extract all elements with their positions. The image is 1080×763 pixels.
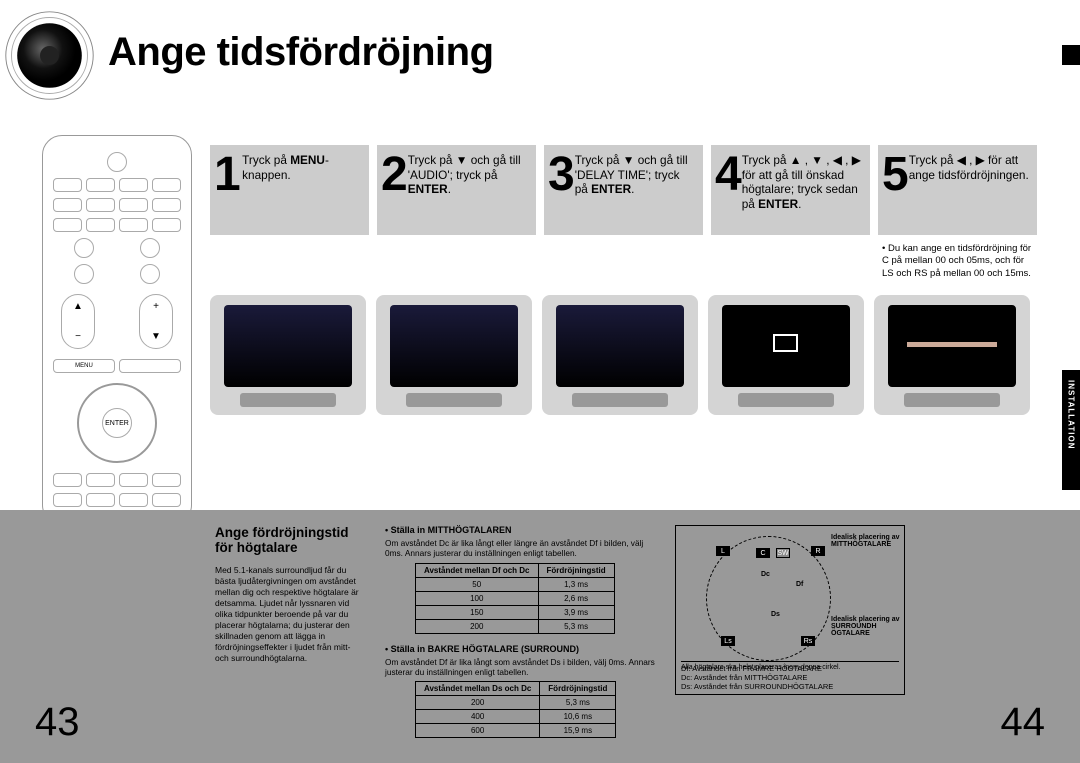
speaker-L: L bbox=[716, 546, 730, 556]
step-text: Tryck på ▼ och gå till 'DELAY TIME'; try… bbox=[575, 151, 695, 229]
label-Df: Df bbox=[796, 581, 803, 588]
step-number: 5 bbox=[882, 151, 909, 229]
steps-row: 1 Tryck på MENU-knappen. 2 Tryck på ▼ oc… bbox=[210, 145, 1037, 280]
remote-control-illustration: ▲− +▼ MENU ENTER bbox=[42, 135, 192, 525]
step-text: Tryck på ▼ och gå till 'AUDIO'; tryck på… bbox=[408, 151, 528, 229]
surround-speaker-heading: Ställa in BAKRE HÖGTALARE (SURROUND) bbox=[385, 644, 655, 654]
remote-enter-button: ENTER bbox=[102, 408, 132, 438]
step-number: 2 bbox=[381, 151, 408, 229]
speaker-R: R bbox=[811, 546, 825, 556]
diagram-legend: Df: Avståndet från FRÄMRE HÖGTALARE Dc: … bbox=[681, 661, 899, 691]
tv-screenshot-3 bbox=[542, 295, 698, 415]
ideal-surround-label: Idealisk placering av SURROUNDH ÖGTALARE bbox=[831, 616, 901, 637]
tv-screenshot-5 bbox=[874, 295, 1030, 415]
step-5-note: Du kan ange en tidsfördröjning för C på … bbox=[878, 243, 1037, 280]
step-2: 2 Tryck på ▼ och gå till 'AUDIO'; tryck … bbox=[377, 145, 536, 280]
center-speaker-text: Om avståndet Dc är lika långt eller läng… bbox=[385, 538, 655, 559]
step-text: Tryck på MENU-knappen. bbox=[242, 151, 361, 229]
surround-delay-table: Avståndet mellan Ds och DcFördröjningsti… bbox=[415, 681, 616, 738]
step-text: Tryck på ▲ , ▼ , ◀ , ▶ för att gå till ö… bbox=[742, 151, 862, 229]
step-number: 1 bbox=[214, 151, 242, 229]
tv-screenshot-2 bbox=[376, 295, 532, 415]
speaker-placement-diagram: L C SW R Ls Rs Dc Df Ds Idealisk placeri… bbox=[675, 525, 905, 695]
step-5: 5 Tryck på ◀ , ▶ för att ange tidsfördrö… bbox=[878, 145, 1037, 280]
bottom-subtitle: Ange fördröjningstid för högtalare bbox=[215, 525, 365, 555]
remote-menu-button: MENU bbox=[53, 359, 115, 373]
side-tab-installation: INSTALLATION bbox=[1062, 370, 1080, 490]
label-Dc: Dc bbox=[761, 571, 770, 578]
step-text: Tryck på ◀ , ▶ för att ange tidsfördröjn… bbox=[909, 151, 1029, 229]
label-Ds: Ds bbox=[771, 611, 780, 618]
tv-screenshot-1 bbox=[210, 295, 366, 415]
step-4: 4 Tryck på ▲ , ▼ , ◀ , ▶ för att gå till… bbox=[711, 145, 870, 280]
tv-screenshots-row bbox=[210, 295, 1030, 415]
black-tab bbox=[1062, 45, 1080, 65]
page-number-right: 44 bbox=[1001, 700, 1046, 745]
step-number: 4 bbox=[715, 151, 742, 229]
tv-screenshot-4 bbox=[708, 295, 864, 415]
speaker-SW: SW bbox=[776, 548, 790, 558]
center-speaker-heading: Ställa in MITTHÖGTALAREN bbox=[385, 525, 655, 535]
speaker-C: C bbox=[756, 548, 770, 558]
ideal-center-label: Idealisk placering av MITTHÖGTALARE bbox=[831, 534, 901, 548]
surround-speaker-text: Om avståndet Df är lika långt som avstån… bbox=[385, 657, 655, 678]
speaker-Ls: Ls bbox=[721, 636, 735, 646]
bottom-left-body: Med 5.1-kanals surroundljud får du bästa… bbox=[215, 565, 365, 664]
step-1: 1 Tryck på MENU-knappen. bbox=[210, 145, 369, 280]
speaker-Rs: Rs bbox=[801, 636, 815, 646]
step-number: 3 bbox=[548, 151, 575, 229]
step-3: 3 Tryck på ▼ och gå till 'DELAY TIME'; t… bbox=[544, 145, 703, 280]
page-number-left: 43 bbox=[35, 700, 80, 745]
speaker-icon bbox=[2, 8, 97, 103]
center-delay-table: Avståndet mellan Df och DcFördröjningsti… bbox=[415, 563, 615, 634]
page-title: Ange tidsfördröjning bbox=[108, 30, 494, 75]
